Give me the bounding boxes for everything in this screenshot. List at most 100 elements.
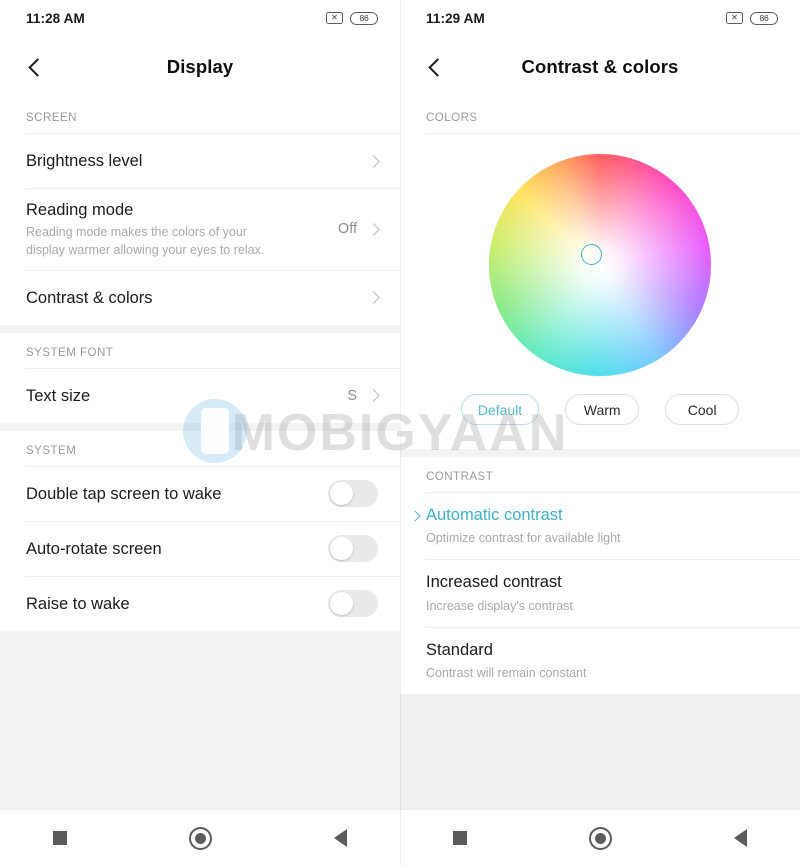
list-item-reading-mode[interactable]: Reading mode Reading mode makes the colo… [0, 189, 400, 270]
status-icon-group: ✕ 86 [326, 11, 378, 25]
option-description: Contrast will remain constant [426, 666, 587, 681]
list-item-label: Raise to wake [26, 594, 130, 613]
chip-default[interactable]: Default [460, 394, 540, 425]
color-preset-chips: Default Warm Cool [400, 386, 800, 449]
color-wheel[interactable] [489, 154, 711, 376]
list-item-brightness-level[interactable]: Brightness level [0, 134, 400, 188]
list-item-double-tap-to-wake[interactable]: Double tap screen to wake [0, 466, 400, 521]
chevron-left-icon [428, 57, 447, 77]
home-button[interactable] [578, 816, 622, 860]
mute-icon: ✕ [726, 12, 743, 24]
dual-screenshot-container: 11:28 AM ✕ 86 Display SCREEN Brightness … [0, 0, 800, 866]
chevron-right-icon [367, 223, 380, 236]
list-item-auto-rotate-screen[interactable]: Auto-rotate screen [0, 521, 400, 576]
mute-icon: ✕ [326, 12, 343, 24]
list-item-description: Reading mode makes the colors of your di… [26, 225, 265, 258]
wheel-selector-ring[interactable] [581, 244, 602, 265]
battery-icon: 86 [350, 11, 378, 25]
recents-button[interactable] [438, 816, 482, 860]
toggle-knob [330, 537, 353, 561]
back-nav-button[interactable] [318, 816, 362, 860]
status-time: 11:28 AM [26, 10, 85, 26]
toggle-auto-rotate-screen[interactable] [328, 535, 378, 563]
list-item-label: Text size [26, 386, 91, 405]
row-text-block: Auto-rotate screen [26, 528, 328, 570]
toggle-double-tap-to-wake[interactable] [328, 480, 378, 508]
list-item-label: Double tap screen to wake [26, 484, 222, 503]
option-standard[interactable]: Standard Contrast will remain constant [400, 627, 800, 694]
chevron-right-icon [367, 154, 380, 168]
triangle-back-icon [733, 829, 747, 847]
option-text-block: Automatic contrast Optimize contrast for… [426, 505, 621, 547]
row-text-block: Double tap screen to wake [26, 473, 328, 515]
right-navigation-bar [400, 809, 800, 866]
option-automatic-contrast[interactable]: Automatic contrast Optimize contrast for… [400, 493, 800, 560]
toggle-knob [330, 592, 353, 616]
right-phone-screen: 11:29 AM ✕ 86 Contrast & colors COLORS D… [400, 0, 800, 866]
list-item-label: Brightness level [26, 151, 143, 170]
list-item-label: Auto-rotate screen [26, 539, 162, 558]
left-content: SCREEN Brightness level Reading mode Rea… [0, 98, 400, 809]
option-text-block: Increased contrast Increase display's co… [426, 572, 573, 614]
list-item-value: Off [337, 221, 357, 238]
square-recents-icon [53, 831, 67, 845]
recents-button[interactable] [38, 816, 82, 860]
circle-home-icon [588, 826, 612, 850]
option-text-block: Standard Contrast will remain constant [426, 640, 586, 682]
right-content: COLORS Default Warm Cool CONTRAST Automa… [400, 98, 800, 809]
toggle-knob [330, 482, 353, 506]
section-contrast: CONTRAST Automatic contrast Optimize con… [400, 457, 800, 694]
section-colors: COLORS Default Warm Cool [400, 98, 800, 449]
color-wheel-area [400, 134, 800, 386]
list-item-text-size[interactable]: Text size S [0, 368, 400, 423]
row-text-block: Raise to wake [26, 583, 328, 625]
back-button[interactable] [408, 39, 464, 95]
row-text-block: Text size [26, 375, 347, 417]
chevron-right-icon [367, 389, 380, 403]
section-screen: SCREEN Brightness level Reading mode Rea… [0, 98, 400, 325]
list-item-raise-to-wake[interactable]: Raise to wake [0, 576, 400, 631]
battery-icon: 86 [750, 11, 778, 25]
section-system: SYSTEM Double tap screen to wake Auto-ro… [0, 430, 400, 631]
section-separator [0, 324, 400, 333]
left-phone-screen: 11:28 AM ✕ 86 Display SCREEN Brightness … [0, 0, 400, 866]
option-description: Increase display's contrast [426, 598, 573, 613]
chip-cool[interactable]: Cool [665, 394, 740, 425]
chip-label: Warm [583, 401, 621, 418]
option-increased-contrast[interactable]: Increased contrast Increase display's co… [400, 560, 800, 627]
chevron-right-icon [409, 510, 421, 522]
back-nav-button[interactable] [718, 816, 762, 860]
row-text-block: Brightness level [26, 140, 369, 182]
chip-label: Cool [687, 401, 717, 418]
section-header-system: SYSTEM [0, 430, 400, 466]
section-separator [400, 449, 800, 457]
option-label: Standard [426, 640, 493, 659]
right-app-bar: Contrast & colors [400, 36, 800, 98]
section-header-system-font: SYSTEM FONT [0, 332, 400, 368]
chip-label: Default [477, 401, 523, 418]
home-button[interactable] [178, 816, 222, 860]
panel-divider [400, 0, 401, 866]
square-recents-icon [453, 831, 467, 845]
section-header-screen: SCREEN [0, 98, 400, 133]
status-icon-group: ✕ 86 [726, 11, 778, 25]
row-text-block: Contrast & colors [26, 277, 369, 319]
chip-warm[interactable]: Warm [565, 394, 640, 425]
option-label: Increased contrast [426, 573, 562, 592]
list-item-label: Reading mode [26, 201, 134, 219]
list-item-contrast-and-colors[interactable]: Contrast & colors [0, 270, 400, 325]
color-wheel-wrapper[interactable] [489, 154, 711, 376]
circle-home-icon [188, 826, 212, 850]
section-system-font: SYSTEM FONT Text size S [0, 332, 400, 423]
list-item-value: S [347, 387, 357, 404]
chevron-left-icon [28, 57, 47, 77]
list-item-label: Contrast & colors [26, 288, 153, 307]
left-status-bar: 11:28 AM ✕ 86 [0, 0, 400, 36]
section-separator [0, 422, 400, 431]
triangle-back-icon [333, 829, 347, 847]
left-navigation-bar [0, 809, 400, 866]
section-header-colors: COLORS [400, 98, 800, 133]
toggle-raise-to-wake[interactable] [328, 590, 378, 618]
back-button[interactable] [8, 39, 64, 95]
status-time: 11:29 AM [426, 10, 485, 26]
